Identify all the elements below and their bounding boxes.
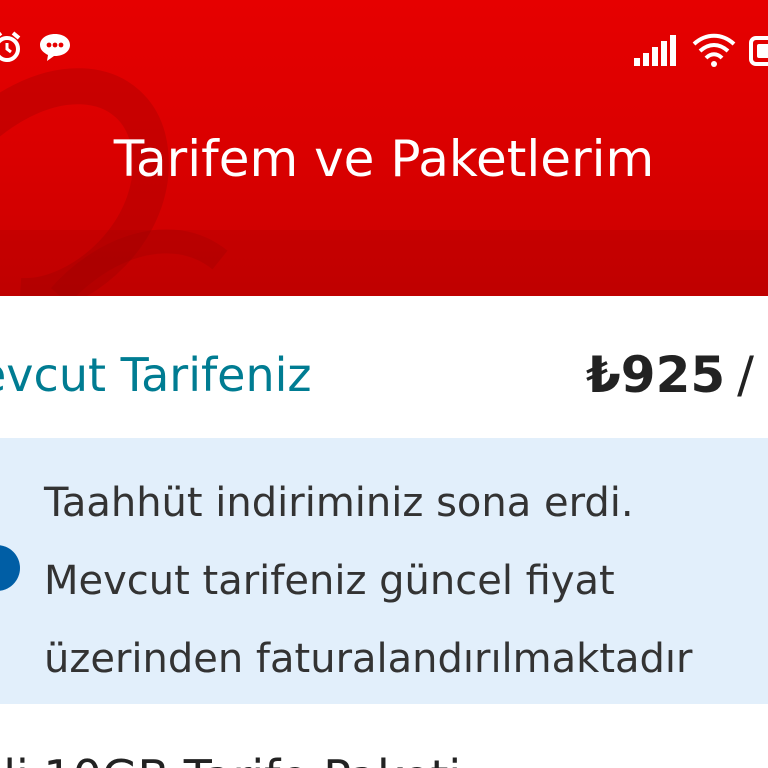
page-title: Tarifem ve Paketlerim <box>113 130 655 188</box>
current-tariff-label: evcut Tarifeniz <box>0 348 312 402</box>
info-icon <box>0 545 20 591</box>
status-bar <box>0 22 768 78</box>
tariff-price-suffix: / <box>737 346 755 404</box>
current-tariff-row[interactable]: evcut Tarifeniz ₺925/ <box>0 296 768 438</box>
status-right-icons <box>632 32 768 68</box>
battery-icon <box>749 36 768 66</box>
info-line: Taahhüt indiriminiz sona erdi. <box>44 480 634 526</box>
app-screen: Tarifem ve Paketlerim evcut Tarifeniz ₺9… <box>0 0 768 768</box>
info-line: üzerinden faturalandırılmaktadır <box>44 636 693 682</box>
info-message: Taahhüt indiriminiz sona erdi. Mevcut ta… <box>44 464 768 698</box>
wifi-icon <box>692 33 736 67</box>
header: Tarifem ve Paketlerim <box>0 0 768 296</box>
info-line: Mevcut tarifeniz güncel fiyat <box>44 558 615 604</box>
tariff-price: ₺925/ <box>586 346 754 404</box>
tariff-price-amount: ₺925 <box>586 346 726 404</box>
alarm-icon <box>0 31 21 62</box>
message-bubble-icon <box>40 34 70 61</box>
info-banner: Taahhüt indiriminiz sona erdi. Mevcut ta… <box>0 438 768 704</box>
signal-icon <box>634 35 676 66</box>
status-left-icons <box>0 30 72 64</box>
tariff-package-title: dli 10GB Tarife Paketi <box>0 750 461 768</box>
tariff-package-row[interactable]: dli 10GB Tarife Paketi <box>0 704 768 768</box>
